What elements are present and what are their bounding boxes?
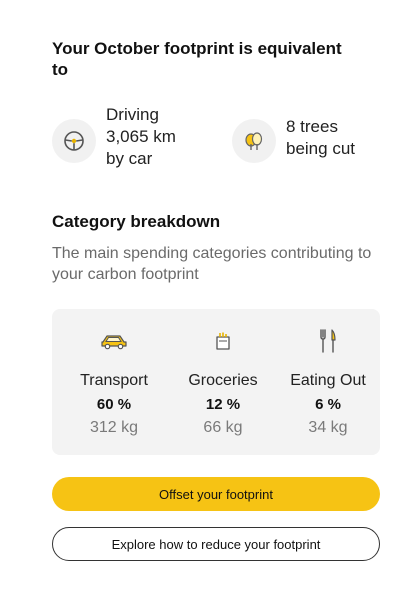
tree-icon — [232, 119, 276, 163]
steering-wheel-icon — [52, 119, 96, 163]
category-weight: 312 kg — [89, 419, 139, 436]
category-breakdown-title: Category breakdown — [52, 212, 221, 231]
category-groceries: Groceries 12 % 66 kg — [168, 309, 278, 438]
category-breakdown-subtitle: The main spending categories contributin… — [52, 245, 372, 283]
shopping-bag-icon — [168, 323, 278, 359]
category-weight: 66 kg — [203, 419, 243, 436]
fork-knife-icon — [278, 323, 378, 359]
explore-reduce-footprint-button[interactable]: Explore how to reduce your footprint — [52, 527, 380, 561]
car-icon — [64, 323, 164, 359]
category-percent: 60 % — [96, 396, 132, 413]
equivalent-trees-text: 8 trees being cut — [286, 117, 355, 158]
category-name: Groceries — [188, 372, 258, 389]
category-name: Transport — [80, 372, 148, 389]
category-weight: 34 kg — [308, 419, 348, 436]
equivalent-driving: Driving 3,065 km by car — [52, 104, 176, 170]
offset-footprint-button[interactable]: Offset your footprint — [52, 477, 380, 511]
category-name: Eating Out — [290, 372, 366, 389]
equivalents-row: Driving 3,065 km by car 8 trees being cu… — [52, 104, 372, 176]
category-percent: 12 % — [205, 396, 241, 413]
category-eating-out: Eating Out 6 % 34 kg — [278, 309, 378, 438]
footprint-screen: Your October footprint is equivalent to … — [0, 0, 410, 600]
equivalent-trees: 8 trees being cut — [232, 116, 355, 163]
category-percent: 6 % — [315, 396, 341, 413]
equivalent-driving-text: Driving 3,065 km by car — [106, 105, 176, 168]
category-card: Transport 60 % 312 kg Groceries 12 % 66 … — [52, 309, 380, 455]
category-transport: Transport 60 % 312 kg — [64, 309, 164, 438]
footprint-title: Your October footprint is equivalent to — [52, 39, 342, 79]
